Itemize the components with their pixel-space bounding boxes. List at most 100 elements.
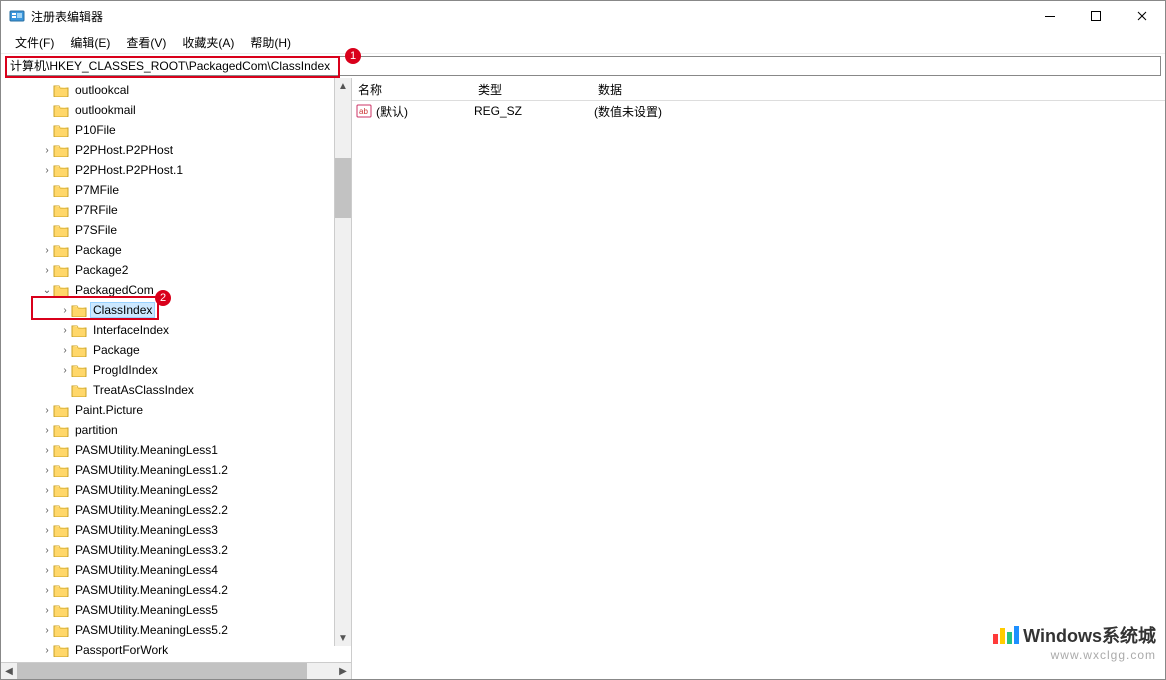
folder-icon <box>53 563 69 577</box>
expand-toggle-icon[interactable]: › <box>41 625 53 636</box>
tree-item-label: InterfaceIndex <box>91 323 171 337</box>
tree-item[interactable]: ›PASMUtility.MeaningLess5 <box>1 600 351 620</box>
minimize-button[interactable] <box>1027 1 1073 31</box>
expand-toggle-icon[interactable]: › <box>41 605 53 616</box>
tree-item[interactable]: ›PASMUtility.MeaningLess1 <box>1 440 351 460</box>
col-header-name[interactable]: 名称 <box>352 81 478 98</box>
tree-item[interactable]: › PASMUtility.MeaningLess2.2 <box>1 500 351 520</box>
folder-icon <box>53 643 69 657</box>
tree-item[interactable]: › PassportForWork <box>1 640 351 660</box>
folder-icon <box>53 283 69 297</box>
folder-icon <box>53 443 69 457</box>
expand-toggle-icon[interactable]: ⌄ <box>41 285 53 296</box>
folder-icon <box>53 623 69 637</box>
menu-favorites[interactable]: 收藏夹(A) <box>174 32 242 53</box>
expand-toggle-icon[interactable]: › <box>41 165 53 176</box>
tree-item[interactable]: TreatAsClassIndex <box>1 380 351 400</box>
tree-item[interactable]: ›PASMUtility.MeaningLess1.2 <box>1 460 351 480</box>
expand-toggle-icon[interactable]: › <box>59 325 71 336</box>
expand-toggle-icon[interactable]: › <box>41 505 53 516</box>
expand-toggle-icon[interactable]: › <box>41 565 53 576</box>
expand-toggle-icon[interactable]: › <box>41 405 53 416</box>
tree-item[interactable]: ›Package <box>1 340 351 360</box>
tree-item-label: P2PHost.P2PHost.1 <box>73 163 185 177</box>
folder-icon <box>53 403 69 417</box>
tree-item-label: P7MFile <box>73 183 121 197</box>
tree-scroll[interactable]: outlookcaloutlookmailP10File › P2PHost.P2P… <box>1 78 351 662</box>
tree-item[interactable]: ›Package2 <box>1 260 351 280</box>
maximize-button[interactable] <box>1073 1 1119 31</box>
expand-toggle-icon[interactable]: › <box>41 465 53 476</box>
tree-item[interactable]: P7MFile <box>1 180 351 200</box>
menu-edit[interactable]: 编辑(E) <box>62 32 118 53</box>
tree-item-label: ClassIndex <box>91 303 154 317</box>
menu-help[interactable]: 帮助(H) <box>242 32 299 53</box>
tree-item-label: PASMUtility.MeaningLess2.2 <box>73 503 230 517</box>
folder-icon <box>53 543 69 557</box>
window-controls <box>1027 1 1165 31</box>
tree-item[interactable]: ›PASMUtility.MeaningLess3 <box>1 520 351 540</box>
expand-toggle-icon[interactable]: › <box>41 545 53 556</box>
tree-item-label: P2PHost.P2PHost <box>73 143 175 157</box>
expand-toggle-icon[interactable]: › <box>59 365 71 376</box>
tree-item[interactable]: › InterfaceIndex <box>1 320 351 340</box>
expand-toggle-icon[interactable]: › <box>41 585 53 596</box>
expand-toggle-icon[interactable]: › <box>59 305 71 316</box>
expand-toggle-icon[interactable]: › <box>41 265 53 276</box>
folder-icon <box>53 223 69 237</box>
tree-item[interactable]: ›PASMUtility.MeaningLess4 <box>1 560 351 580</box>
regedit-icon <box>9 8 25 24</box>
tree-item[interactable]: ›Package <box>1 240 351 260</box>
close-button[interactable] <box>1119 1 1165 31</box>
folder-icon <box>71 383 87 397</box>
col-header-type[interactable]: 类型 <box>478 81 598 98</box>
tree-item[interactable]: ⌄ PackagedCom <box>1 280 351 300</box>
folder-icon <box>53 183 69 197</box>
folder-icon <box>53 163 69 177</box>
addressbar-container: 1 <box>1 54 1165 78</box>
expand-toggle-icon[interactable]: › <box>41 425 53 436</box>
folder-icon <box>53 123 69 137</box>
tree-item[interactable]: ›Paint.Picture <box>1 400 351 420</box>
menubar: 文件(F) 编辑(E) 查看(V) 收藏夹(A) 帮助(H) <box>1 31 1165 54</box>
value-type: REG_SZ <box>474 104 594 118</box>
tree-item-label: PassportForWork <box>73 643 170 657</box>
values-header[interactable]: 名称 类型 数据 <box>352 78 1165 101</box>
registry-tree: outlookcaloutlookmailP10File › P2PHost.P2P… <box>1 78 351 660</box>
expand-toggle-icon[interactable]: › <box>41 245 53 256</box>
folder-icon <box>71 363 87 377</box>
expand-toggle-icon[interactable]: › <box>41 525 53 536</box>
menu-file[interactable]: 文件(F) <box>7 32 62 53</box>
string-value-icon: ab <box>356 103 372 119</box>
value-name: (默认) <box>376 103 408 120</box>
tree-item-label: PackagedCom <box>73 283 156 297</box>
folder-icon <box>71 343 87 357</box>
tree-item[interactable]: ›PASMUtility.MeaningLess3.2 <box>1 540 351 560</box>
tree-item[interactable]: ›partition <box>1 420 351 440</box>
tree-item[interactable]: › ProgIdIndex <box>1 360 351 380</box>
expand-toggle-icon[interactable]: › <box>41 485 53 496</box>
expand-toggle-icon[interactable]: › <box>41 645 53 656</box>
svg-text:ab: ab <box>359 107 368 116</box>
col-header-data[interactable]: 数据 <box>598 81 1165 98</box>
tree-item[interactable]: › P2PHost.P2PHost <box>1 140 351 160</box>
tree-item[interactable]: ›PASMUtility.MeaningLess5.2 <box>1 620 351 640</box>
value-row[interactable]: ab (默认) REG_SZ (数值未设置) <box>352 101 1165 121</box>
tree-item[interactable]: ›PASMUtility.MeaningLess2 <box>1 480 351 500</box>
tree-item[interactable]: › ClassIndex <box>1 300 351 320</box>
address-input[interactable] <box>5 56 1161 76</box>
tree-item[interactable]: outlookmail <box>1 100 351 120</box>
expand-toggle-icon[interactable]: › <box>41 445 53 456</box>
tree-horizontal-scrollbar[interactable]: ◀ ▶ <box>1 662 351 679</box>
menu-view[interactable]: 查看(V) <box>118 32 174 53</box>
expand-toggle-icon[interactable]: › <box>59 345 71 356</box>
tree-item[interactable]: P10File <box>1 120 351 140</box>
tree-item[interactable]: › P2PHost.P2PHost.1 <box>1 160 351 180</box>
tree-item[interactable]: P7SFile <box>1 220 351 240</box>
tree-item[interactable]: ›PASMUtility.MeaningLess4.2 <box>1 580 351 600</box>
expand-toggle-icon[interactable]: › <box>41 145 53 156</box>
tree-item-label: ProgIdIndex <box>91 363 160 377</box>
tree-vertical-scrollbar[interactable]: ▲ ▼ <box>334 78 351 646</box>
tree-item[interactable]: P7RFile <box>1 200 351 220</box>
tree-item[interactable]: outlookcal <box>1 80 351 100</box>
